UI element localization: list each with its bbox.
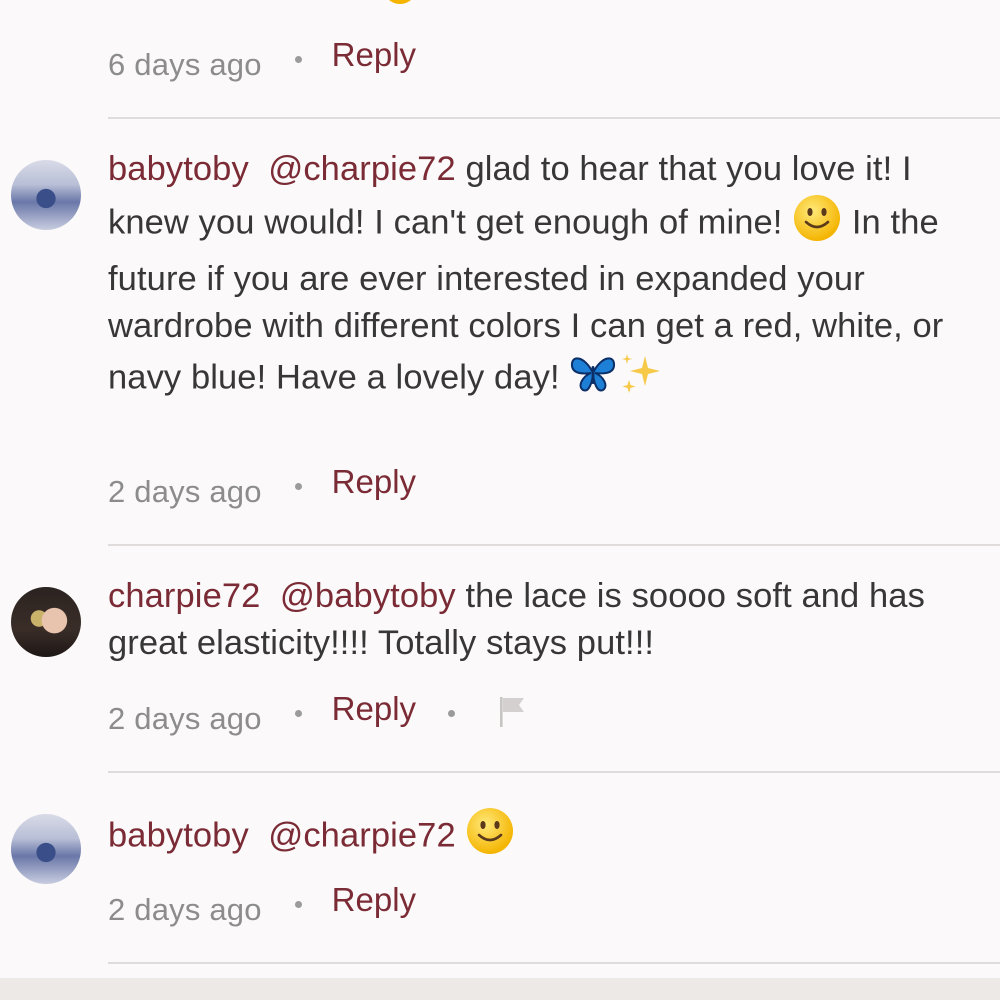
sparkles-icon — [617, 350, 663, 409]
separator-dot — [448, 709, 456, 717]
comment-divider — [108, 962, 1000, 964]
comment-meta: 6 days ago Reply — [108, 36, 416, 90]
comment-timestamp: 2 days ago — [108, 701, 262, 736]
bottom-bar — [0, 978, 1000, 1000]
slightly-smiling-face-icon — [465, 806, 515, 869]
separator-dot — [294, 482, 302, 490]
flag-icon[interactable] — [497, 695, 527, 729]
comment-username[interactable]: babytoby — [108, 150, 249, 188]
avatar[interactable] — [11, 587, 81, 657]
avatar[interactable] — [11, 160, 81, 230]
comment-mention[interactable]: @babytoby — [280, 577, 456, 615]
comment-mention[interactable]: @charpie72 — [268, 817, 456, 855]
separator-dot — [294, 900, 302, 908]
comment-username[interactable]: babytoby — [108, 817, 249, 855]
comment-text: babytoby @charpie72 glad to hear that yo… — [108, 146, 990, 409]
comment-meta: 2 days ago Reply — [108, 881, 416, 935]
comment-text: charpie72 @babytoby the lace is soooo so… — [108, 573, 990, 667]
separator-dot — [294, 709, 302, 717]
reply-button[interactable]: Reply — [332, 690, 416, 728]
reply-button[interactable]: Reply — [332, 881, 416, 919]
comment-divider — [108, 117, 1000, 119]
avatar[interactable] — [11, 814, 81, 884]
slightly-smiling-face-icon — [792, 193, 842, 256]
comments-screen: 6 days ago Reply babytoby @charpie72 gla… — [0, 0, 1000, 1000]
comment-timestamp: 6 days ago — [108, 47, 262, 82]
comment-meta: 2 days ago Reply — [108, 690, 527, 744]
comment-username[interactable]: charpie72 — [108, 577, 260, 615]
comment-text: babytoby @charpie72 — [108, 806, 990, 869]
comment-mention[interactable]: @charpie72 — [268, 150, 456, 188]
comment-timestamp: 2 days ago — [108, 474, 262, 509]
reply-button[interactable]: Reply — [332, 463, 416, 501]
comment-meta: 2 days ago Reply — [108, 463, 416, 517]
smiley-emoji-cutoff — [383, 0, 417, 4]
comment-timestamp: 2 days ago — [108, 892, 262, 927]
butterfly-icon — [569, 352, 617, 407]
reply-button[interactable]: Reply — [332, 36, 416, 74]
comment-divider — [108, 771, 1000, 773]
comment-divider — [108, 544, 1000, 546]
separator-dot — [294, 55, 302, 63]
